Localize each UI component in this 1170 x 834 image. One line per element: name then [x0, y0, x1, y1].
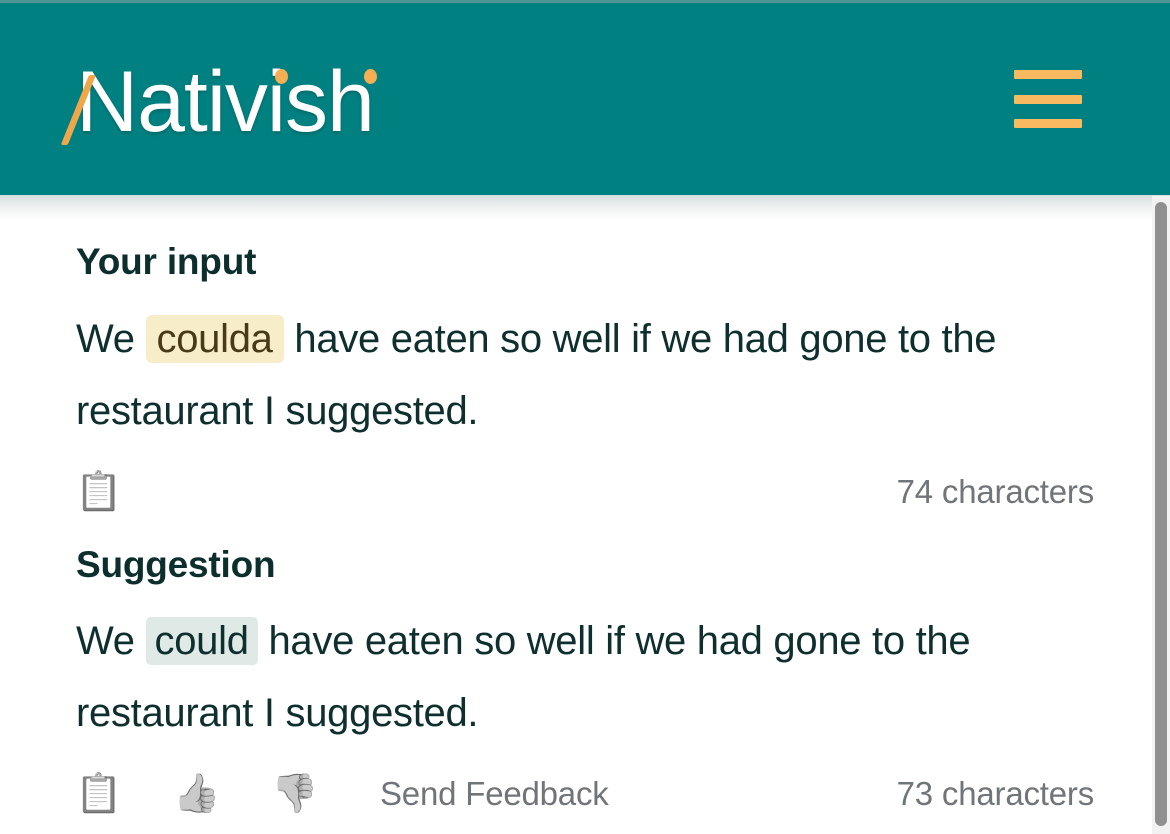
suggestion-section-title: Suggestion — [76, 543, 276, 585]
suggestion-action-row: 📋 👍 👎 Send Feedback 73 characters — [75, 767, 1095, 821]
app-logo-text: Nativish — [76, 54, 375, 150]
suggestion-highlighted-word[interactable]: could — [145, 617, 258, 666]
suggestion-char-count: 73 characters — [896, 775, 1095, 813]
header-shadow — [0, 195, 1170, 221]
app-logo[interactable]: Nativish — [60, 53, 377, 145]
copy-suggestion-clipboard-icon[interactable]: 📋 — [75, 771, 122, 817]
vertical-scrollbar[interactable] — [1152, 196, 1170, 834]
suggestion-text-before: We — [76, 619, 135, 664]
main-content: Your input We coulda have eaten so well … — [0, 196, 1170, 834]
input-highlighted-word[interactable]: coulda — [145, 314, 284, 363]
header-top-rule — [0, 0, 1170, 3]
hamburger-bar-middle — [1014, 94, 1082, 104]
input-action-row: 📋 74 characters — [75, 465, 1095, 519]
thumbs-down-icon[interactable]: 👎 — [271, 771, 318, 817]
hamburger-bar-top — [1014, 70, 1082, 79]
copy-input-clipboard-icon[interactable]: 📋 — [75, 469, 122, 515]
send-feedback-link[interactable]: Send Feedback — [380, 775, 609, 813]
suggestion-sentence: We could have eaten so well if we had go… — [76, 605, 1094, 749]
input-sentence: We coulda have eaten so well if we had g… — [76, 303, 1094, 447]
hamburger-bar-bottom — [1014, 119, 1082, 128]
hamburger-menu-icon[interactable] — [1014, 68, 1082, 130]
input-text-before: We — [76, 316, 135, 361]
vertical-scrollbar-thumb[interactable] — [1155, 202, 1167, 826]
input-section-title: Your input — [76, 241, 257, 282]
thumbs-up-icon[interactable]: 👍 — [173, 771, 220, 817]
input-char-count: 74 characters — [896, 472, 1095, 510]
app-header: Nativish — [0, 3, 1170, 195]
app-root: Nativish Your input We coulda have eaten… — [0, 0, 1170, 834]
